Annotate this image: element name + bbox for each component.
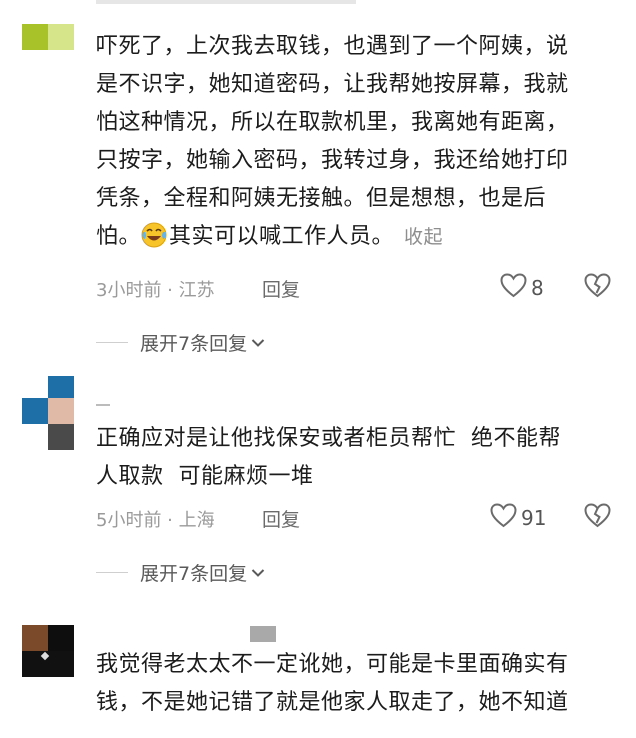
comment-line: 我觉得老太太不一定讹她，可能是卡里面确实有 (96, 652, 569, 677)
expand-replies-label: 展开7条回复 (140, 333, 248, 355)
laughing-tears-emoji-icon (141, 222, 167, 261)
heart-icon (490, 503, 517, 532)
chevron-down-icon (251, 563, 265, 582)
comment-text: 我觉得老太太不一定讹她，可能是卡里面确实有 钱，不是她记错了就是他家人取走了，她… (96, 646, 616, 722)
comment-line-suffix: 其实可以喊工作人员。 (169, 224, 395, 249)
collapse-link[interactable]: 收起 (404, 226, 443, 248)
comment-line: 人取款 可能麻烦一堆 (96, 464, 314, 489)
reply-button[interactable]: 回复 (262, 275, 300, 302)
comment-line: 钱，不是她记错了就是他家人取走了，她不知道 (96, 690, 569, 715)
like-button[interactable]: 91 (490, 503, 546, 532)
comment-line-prefix: 怕。 (96, 224, 142, 249)
heart-icon (500, 273, 527, 302)
expand-replies[interactable]: 展开7条回复 (96, 329, 265, 356)
avatar[interactable] (22, 625, 74, 677)
reply-button[interactable]: 回复 (262, 505, 300, 532)
dislike-button[interactable] (584, 273, 611, 302)
expand-replies-label: 展开7条回复 (140, 563, 248, 585)
like-count: 8 (531, 275, 544, 300)
username[interactable] (96, 0, 356, 4)
comment-text: 正确应对是让他找保安或者柜员帮忙 绝不能帮 人取款 可能麻烦一堆 (96, 420, 616, 496)
expand-replies[interactable]: 展开7条回复 (96, 559, 265, 586)
comment-text: 吓死了，上次我去取钱，也遇到了一个阿姨，说 是不识字，她知道密码，让我帮她按屏幕… (96, 28, 616, 261)
username[interactable] (250, 626, 276, 642)
comment-line: 正确应对是让他找保安或者柜员帮忙 绝不能帮 (96, 426, 561, 451)
divider-line (96, 572, 128, 573)
chevron-down-icon (251, 333, 265, 352)
like-count: 91 (521, 505, 547, 530)
avatar[interactable] (22, 376, 74, 452)
comment-line: 凭条，全程和阿姨无接触。但是想想，也是后 (96, 186, 547, 211)
comment-line: 是不识字，她知道密码，让我帮她按屏幕，我就 (96, 72, 569, 97)
comment-meta: 3小时前 · 江苏 (96, 280, 215, 301)
broken-heart-icon (584, 503, 611, 532)
comment-line: 怕这种情况，所以在取款机里，我离她有距离， (96, 110, 569, 135)
dislike-button[interactable] (584, 503, 611, 532)
comment-line: 怕。 其实可以喊工作人员。 收起 (96, 218, 616, 261)
comment-line: 吓死了，上次我去取钱，也遇到了一个阿姨，说 (96, 34, 569, 59)
broken-heart-icon (584, 273, 611, 302)
comment-line: 只按字，她输入密码，我转过身，我还给她打印 (96, 148, 569, 173)
comment-meta: 5小时前 · 上海 (96, 510, 215, 531)
username[interactable] (96, 404, 110, 406)
avatar[interactable] (22, 24, 74, 50)
like-button[interactable]: 8 (500, 273, 544, 302)
divider-line (96, 342, 128, 343)
